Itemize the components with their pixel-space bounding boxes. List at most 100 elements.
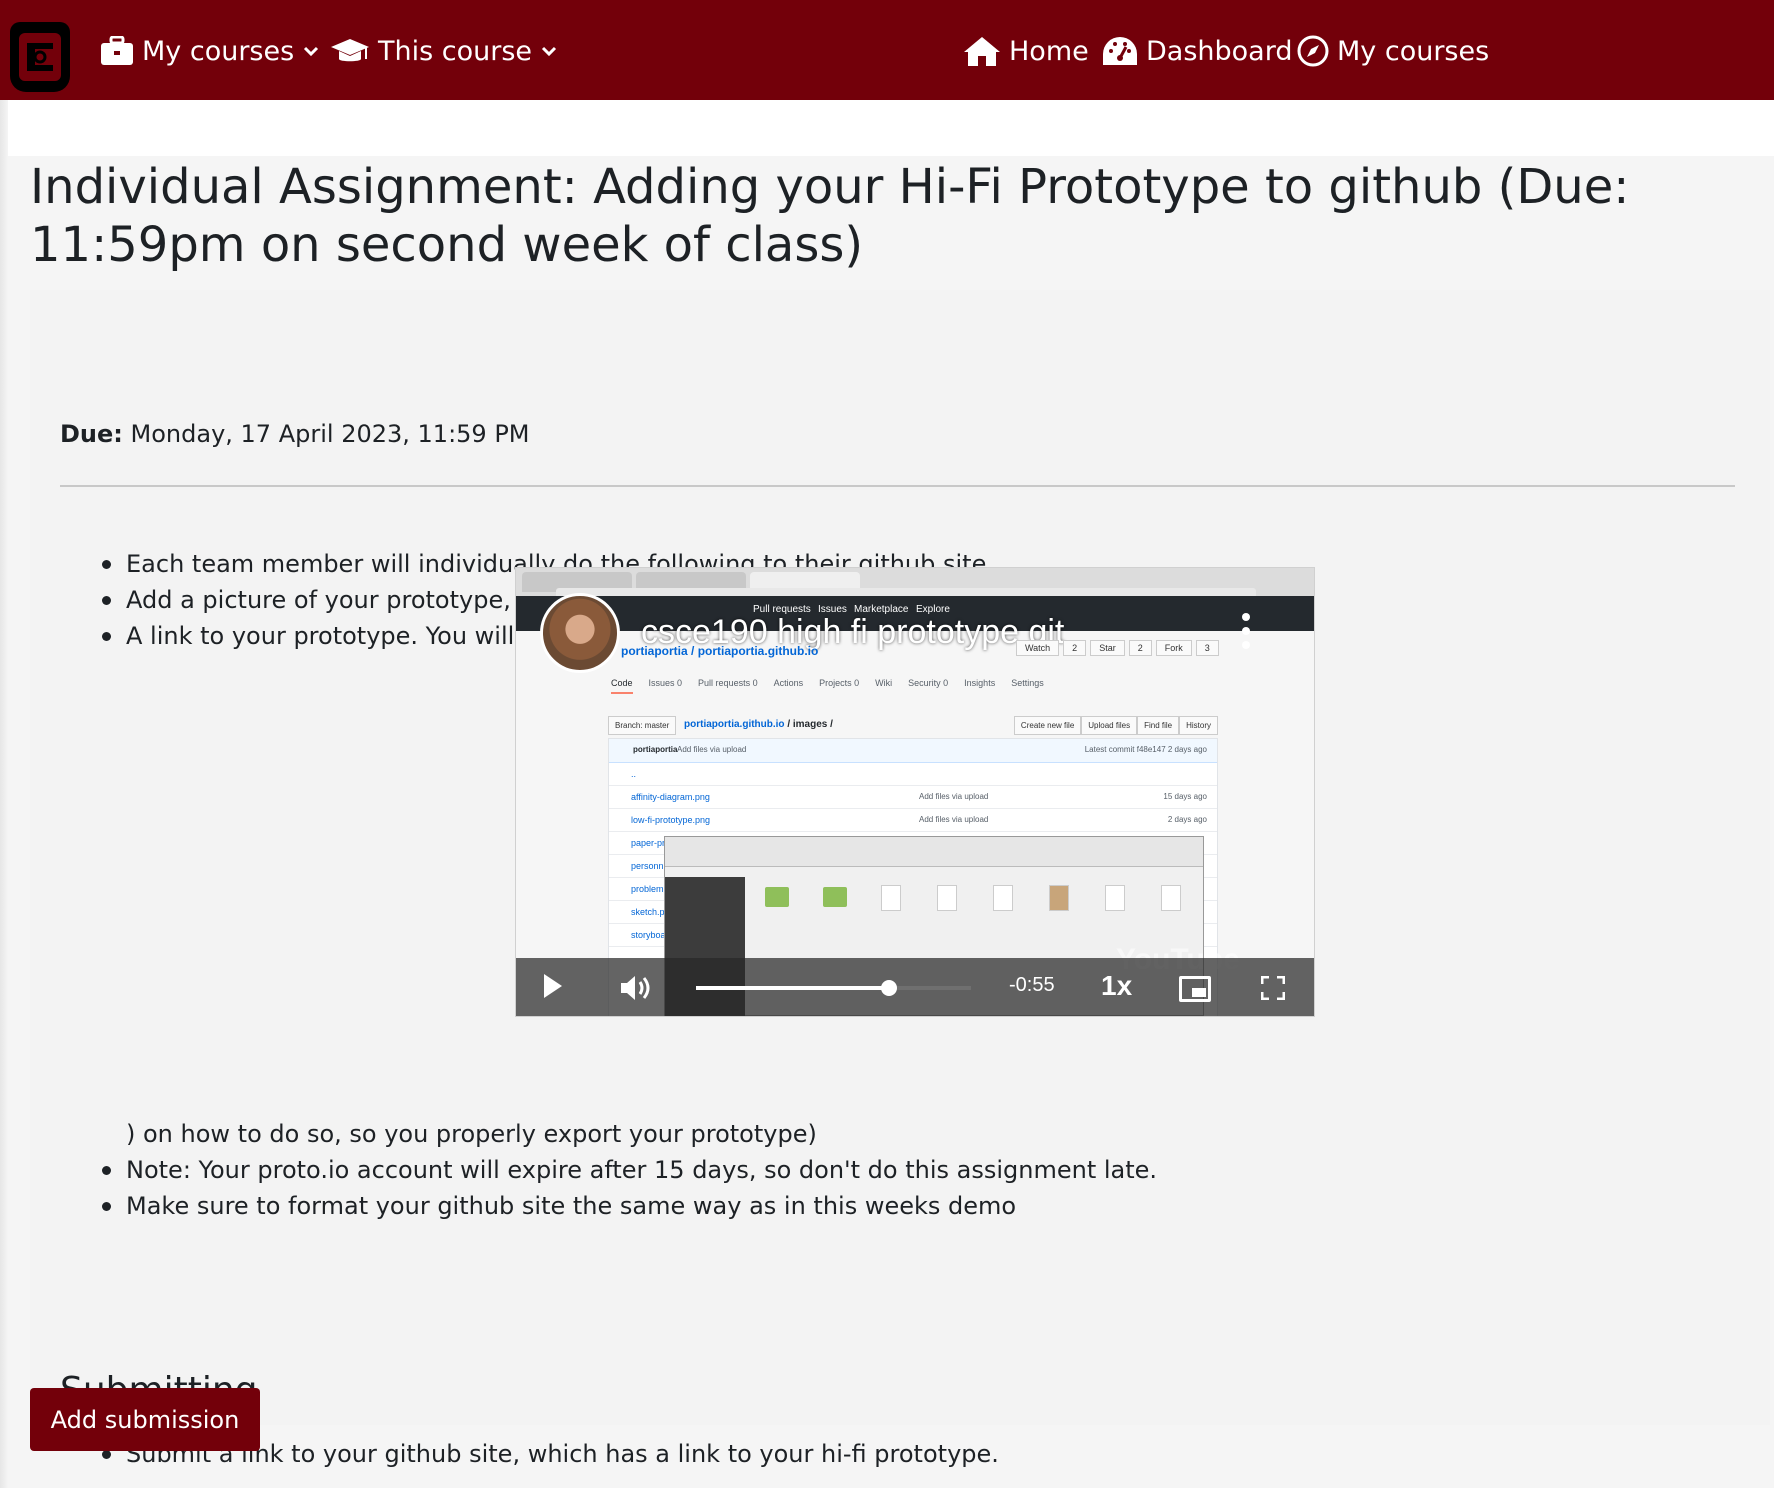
file-age: 15 days ago [1163,792,1207,801]
github-tab: Wiki [875,678,893,688]
find-file-button: Find file [1137,716,1180,735]
history-button: History [1179,716,1218,735]
latest-commit: Latest commit f48e147 2 days ago [1084,745,1207,754]
file-manager-toolbar [665,837,1203,867]
page-title: Individual Assignment: Adding your Hi-Fi… [30,159,1630,273]
progress-knob[interactable] [880,980,897,996]
fork-count: 3 [1195,640,1219,656]
nav-dashboard-label: Dashboard [1146,35,1293,67]
repo-name: portiaportia.github.io [697,644,819,658]
github-repo-buttons: Watch 2 Star 2 Fork 3 [1016,640,1219,656]
folder-icon [823,887,847,907]
due-value: Monday, 17 April 2023, 11:59 PM [130,420,530,448]
video-player[interactable]: Pull requests Issues Marketplace Explore… [515,567,1315,1017]
nav-this-course-dropdown[interactable]: This course [330,28,558,74]
github-breadcrumb: Branch: master portiaportia.github.io / … [608,716,1218,738]
picture-in-picture-icon[interactable] [1179,976,1211,1002]
branch-selector: Branch: master [608,716,677,735]
nav-this-course-label: This course [378,35,533,67]
github-tab: Actions [773,678,804,688]
time-remaining: -0:55 [1009,974,1055,996]
chevron-down-icon [304,46,319,57]
file-message: Add files via upload [919,815,989,824]
more-options-icon[interactable] [1242,613,1250,655]
nav-home-link[interactable]: Home [963,28,1089,74]
watch-button: Watch [1016,640,1060,656]
playback-speed-button[interactable]: 1x [1101,970,1132,1002]
github-tab: Issues 0 [648,678,683,688]
path-repo: portiaportia.github.io [684,719,785,730]
header-band [0,100,1774,156]
fullscreen-icon[interactable] [1261,976,1285,1000]
add-submission-button[interactable]: Add submission [30,1388,260,1451]
folder-icon [765,887,789,907]
video-progress-bar[interactable] [696,980,971,996]
nav-my-courses-dropdown[interactable]: My courses [100,28,320,74]
nav-home-label: Home [1009,35,1089,67]
nav-my-courses-link-label: My courses [1337,35,1490,67]
file-icon [993,885,1013,911]
due-label: Due: [60,420,123,448]
file-name: affinity-diagram.png [631,792,710,802]
page-body: Individual Assignment: Adding your Hi-Fi… [0,100,1774,1488]
list-item: Note: Your proto.io account will expire … [96,1152,1696,1188]
github-tab: Projects 0 [819,678,860,688]
fork-button: Fork [1155,640,1192,656]
github-tab: Pull requests 0 [698,678,758,688]
top-navbar: My courses This course Home Dashboard My… [0,0,1774,100]
github-tab: Settings [1011,678,1044,688]
file-icon [1049,885,1069,911]
home-icon [964,37,1000,66]
nav-dashboard-link[interactable]: Dashboard [1102,28,1292,74]
chevron-down-icon [541,46,557,57]
channel-avatar[interactable] [540,593,620,673]
file-name: low-fi-prototype.png [631,815,711,825]
table-row: .. [609,763,1217,786]
gamecock-logo-icon [19,33,61,81]
briefcase-icon [101,36,133,65]
github-tab: Code [611,678,633,694]
graduation-cap-icon [331,39,369,62]
path-folder: / images / [784,719,833,730]
latest-commit-row: portiaportia Add files via upload Latest… [609,739,1217,763]
commit-user: portiaportia [633,745,678,754]
github-repo-tabs: Code Issues 0 Pull requests 0 Actions Pr… [611,678,1044,694]
divider [60,485,1735,487]
repo-owner: portiaportia [621,644,688,658]
file-message: Add files via upload [919,792,989,801]
browser-tab-bar [516,568,1314,598]
file-icon [881,885,901,911]
due-date: Due: Monday, 17 April 2023, 11:59 PM [60,420,530,448]
nav-my-courses-link[interactable]: My courses [1297,28,1489,74]
university-logo[interactable] [10,22,70,92]
left-edge-shadow [0,100,8,1488]
progress-fill [696,986,889,990]
github-tab: Security 0 [908,678,949,688]
upload-files-button: Upload files [1081,716,1138,735]
nav-my-courses-label: My courses [142,35,295,67]
star-button: Star [1090,640,1125,656]
github-repo-name: portiaportia / portiaportia.github.io [621,644,819,658]
play-icon[interactable] [544,974,562,998]
video-controls: -0:55 1x [516,958,1314,1016]
file-age: 2 days ago [1167,815,1207,824]
volume-icon[interactable] [619,973,651,1003]
list-item: Make sure to format your github site the… [96,1188,1696,1224]
instructions-list-continued: ) on how to do so, so you properly expor… [96,1116,1696,1224]
list-item: Submit a link to your github site, which… [96,1436,1696,1472]
dashboard-gauge-icon [1103,37,1137,65]
file-path: portiaportia.github.io / images / [684,719,833,730]
submitting-list: Submit a link to your github site, which… [96,1436,1696,1472]
table-row: low-fi-prototype.png Add files via upload… [609,809,1217,832]
list-item-continued: ) on how to do so, so you properly expor… [126,1120,817,1148]
compass-icon [1297,35,1329,67]
file-action-buttons: Create new file Upload files Find file H… [1013,716,1218,735]
watch-count: 2 [1063,640,1087,656]
file-icon [937,885,957,911]
github-tab: Insights [964,678,996,688]
table-row: affinity-diagram.png Add files via upload… [609,786,1217,809]
file-icon [1105,885,1125,911]
create-file-button: Create new file [1013,716,1082,735]
star-count: 2 [1128,640,1152,656]
file-icon [1161,885,1181,911]
